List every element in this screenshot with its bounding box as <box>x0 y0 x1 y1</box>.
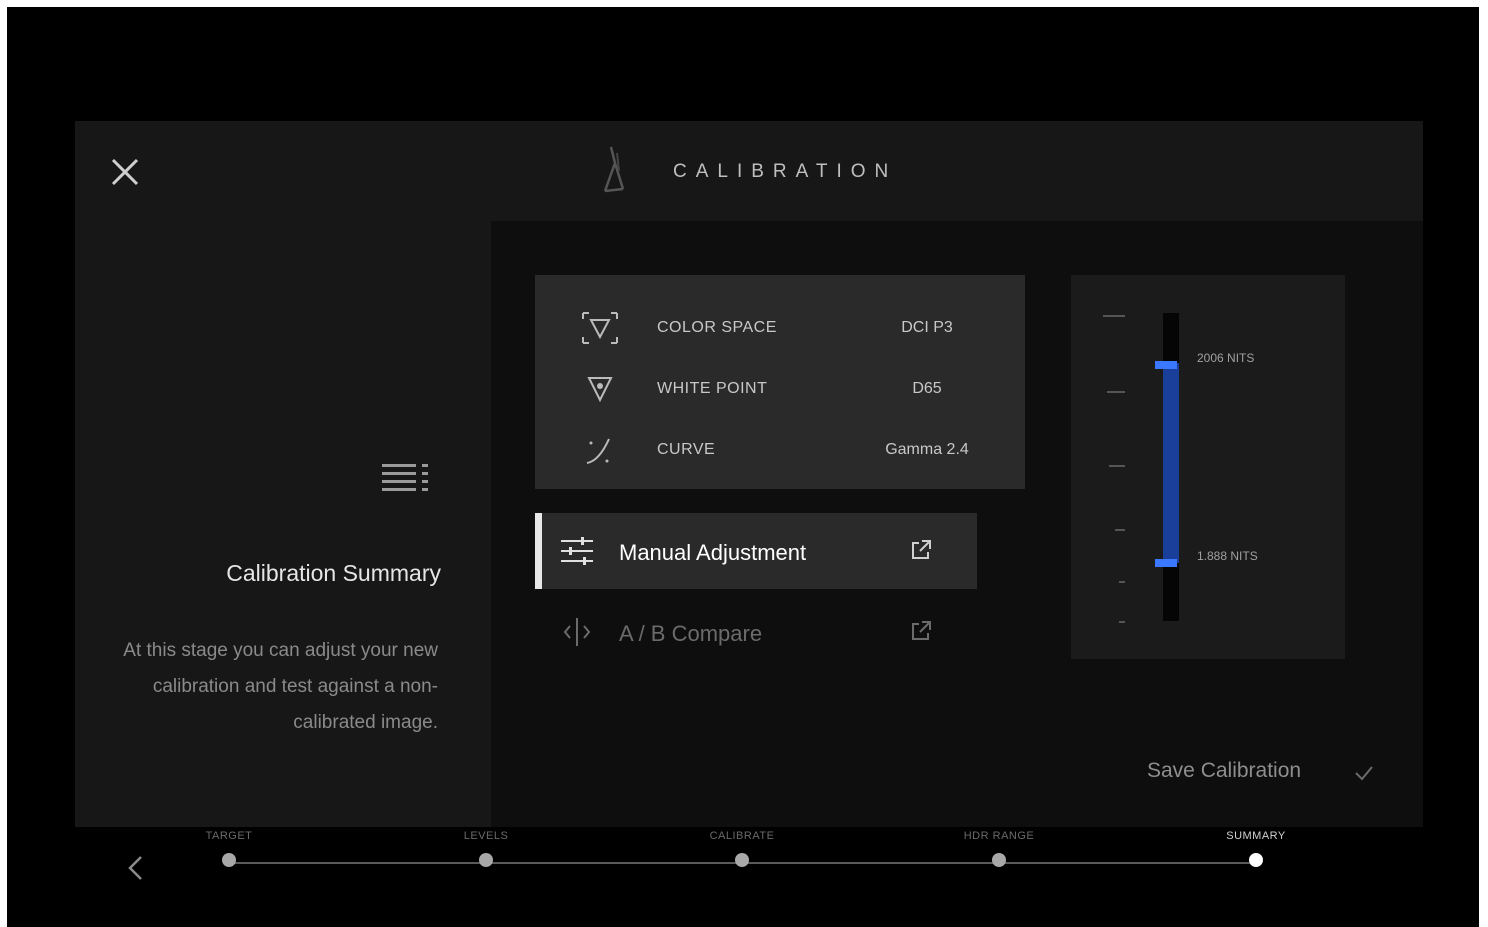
scale-tick <box>1107 391 1125 393</box>
summary-description: At this stage you can adjust your new ca… <box>123 640 438 733</box>
external-link-icon <box>912 540 931 559</box>
left-panel: Calibration Summary At this stage you ca… <box>75 221 491 880</box>
step-summary[interactable]: SUMMARY <box>1176 825 1336 867</box>
save-label: Save Calibration <box>1147 759 1302 782</box>
setting-row-white-point: WHITE POINT D65 <box>535 364 1025 414</box>
max-nits-handle[interactable] <box>1155 361 1177 369</box>
sliders-icon <box>561 537 593 565</box>
ab-compare-button[interactable]: A / B Compare <box>535 594 977 670</box>
step-calibrate[interactable]: CALIBRATE <box>662 825 822 867</box>
curve-icon <box>586 438 610 464</box>
header: CALIBRATION <box>75 121 1423 221</box>
save-calibration-button[interactable]: Save Calibration <box>1147 755 1387 791</box>
step-target[interactable]: TARGET <box>149 825 309 867</box>
step-dot <box>479 853 493 867</box>
checkmark-icon <box>1355 766 1373 781</box>
step-label: CALIBRATE <box>709 830 775 842</box>
setting-value: Gamma 2.4 <box>885 441 969 458</box>
nits-range-card: 2006 NITS 1.888 NITS <box>1071 275 1345 659</box>
step-label: LEVELS <box>463 830 509 842</box>
logo-icon <box>603 146 625 193</box>
close-icon[interactable] <box>107 154 143 190</box>
active-indicator <box>535 513 542 589</box>
action-label: A / B Compare <box>619 621 763 646</box>
setting-label: COLOR SPACE <box>657 319 777 336</box>
setting-label: CURVE <box>657 441 716 458</box>
step-levels[interactable]: LEVELS <box>406 825 566 867</box>
calibration-window: CALIBRATION Calibration Summary At this … <box>75 121 1423 880</box>
main-panel: COLOR SPACE DCI P3 WHITE POINT D65 CURVE… <box>491 221 1423 827</box>
min-nits-label: 1.888 NITS <box>1197 549 1258 563</box>
manual-adjustment-button[interactable]: Manual Adjustment <box>535 513 977 589</box>
step-dot <box>222 853 236 867</box>
list-icon <box>382 464 428 491</box>
setting-row-curve: CURVE Gamma 2.4 <box>535 425 1025 475</box>
step-dot <box>992 853 1006 867</box>
white-point-icon <box>587 377 613 403</box>
setting-row-color-space: COLOR SPACE DCI P3 <box>535 303 1025 353</box>
range-fill <box>1163 363 1179 563</box>
step-label: HDR RANGE <box>963 830 1035 842</box>
settings-card: COLOR SPACE DCI P3 WHITE POINT D65 CURVE… <box>535 275 1025 489</box>
compare-icon <box>563 618 591 646</box>
step-progress: TARGET LEVELS CALIBRATE HDR RANGE SUMMAR… <box>0 825 1488 885</box>
screen: CALIBRATION Calibration Summary At this … <box>7 7 1479 927</box>
scale-tick <box>1119 581 1125 583</box>
scale-tick <box>1119 621 1125 623</box>
external-link-icon <box>912 621 931 640</box>
color-space-icon <box>582 312 618 344</box>
action-label: Manual Adjustment <box>619 540 807 565</box>
step-dot <box>735 853 749 867</box>
min-nits-handle[interactable] <box>1155 559 1177 567</box>
page-title: CALIBRATION <box>673 161 898 182</box>
step-label: SUMMARY <box>1226 830 1286 842</box>
setting-value: D65 <box>912 380 942 397</box>
step-dot <box>1249 853 1263 867</box>
scale-tick <box>1103 315 1125 317</box>
max-nits-label: 2006 NITS <box>1197 351 1255 365</box>
setting-value: DCI P3 <box>901 319 953 336</box>
scale-tick <box>1115 529 1125 531</box>
summary-heading: Calibration Summary <box>226 560 441 586</box>
step-label: TARGET <box>205 830 253 842</box>
step-hdr-range[interactable]: HDR RANGE <box>919 825 1079 867</box>
scale-tick <box>1109 465 1125 467</box>
setting-label: WHITE POINT <box>657 380 768 397</box>
